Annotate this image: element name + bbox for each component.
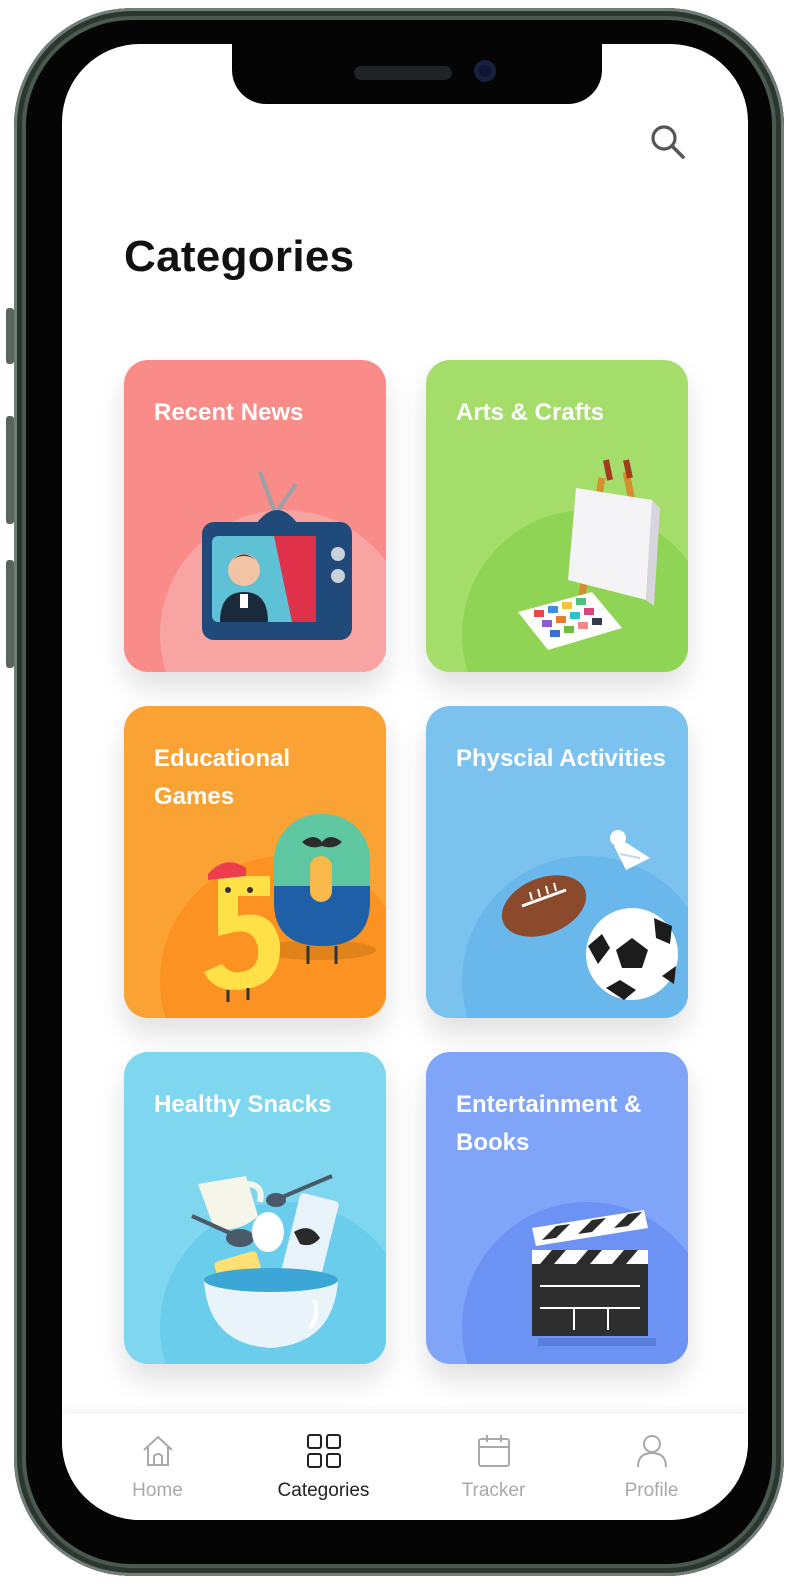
front-camera [474,60,496,82]
category-card-arts-crafts[interactable]: Arts & Crafts [426,360,688,672]
category-card-recent-news[interactable]: Recent News [124,360,386,672]
category-card-entertainment-books[interactable]: Entertainment & Books [426,1052,688,1364]
tab-label: Profile [624,1480,679,1501]
side-button-volume-up [6,416,14,524]
side-button-mute [6,308,14,364]
notch [232,44,602,104]
category-label: Arts & Crafts [456,399,605,426]
side-button-volume-down [6,560,14,668]
category-label: Entertainment & Books [456,1091,642,1156]
grid-icon [307,1434,341,1468]
category-label: Healthy Snacks [154,1091,332,1118]
category-label: Educational Games [154,745,291,810]
category-label: Recent News [154,399,304,426]
tab-tracker[interactable]: Tracker [408,1414,579,1520]
bottom-tab-bar: Home Categories Tracker Profile [62,1414,748,1520]
category-label: Physcial Activities [456,745,666,772]
tab-label: Categories [277,1480,370,1501]
tab-categories[interactable]: Categories [238,1414,409,1520]
tab-label: Tracker [461,1480,526,1501]
tab-home[interactable]: Home [72,1414,243,1520]
home-icon [143,1435,173,1466]
category-card-educational-games[interactable]: Educational Games [124,706,386,1018]
app-screen: Categories Recent News Arts & Crafts Edu… [62,44,748,1520]
speaker-grille [354,66,452,80]
profile-icon [637,1435,667,1468]
category-card-physical-activities[interactable]: Physcial Activities [426,706,688,1018]
tab-label: Home [132,1480,183,1501]
category-card-healthy-snacks[interactable]: Healthy Snacks [124,1052,386,1364]
page-title: Categories [124,232,355,281]
tab-profile[interactable]: Profile [566,1414,737,1520]
calendar-icon [478,1435,510,1467]
search-icon[interactable] [648,122,688,162]
